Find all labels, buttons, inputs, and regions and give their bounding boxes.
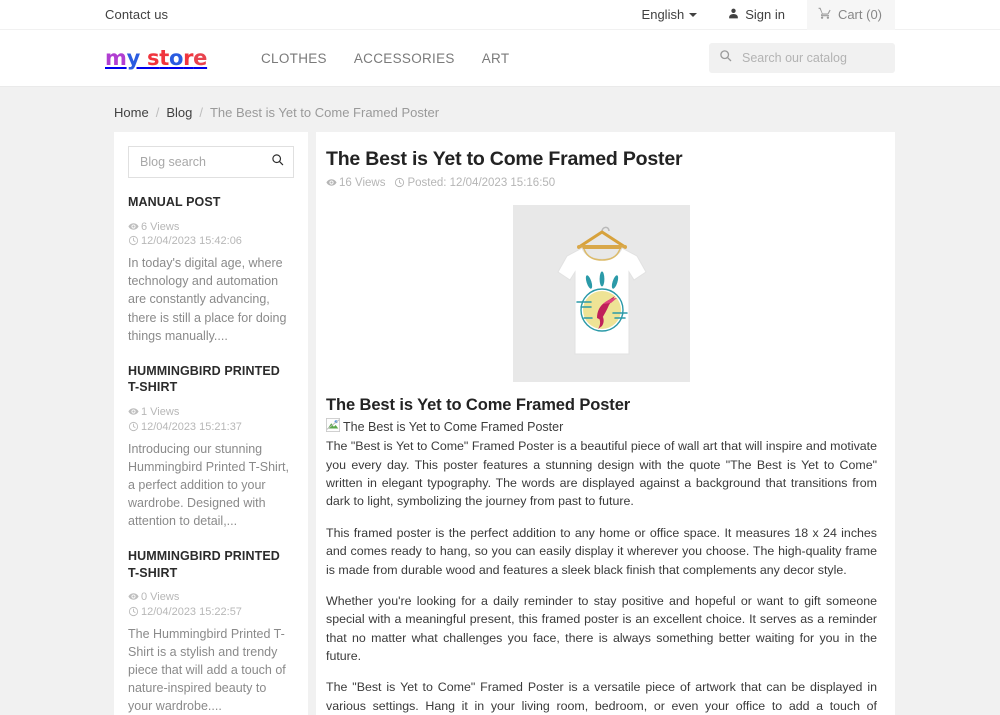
blog-sidebar: MANUAL POST 6 Views 12/04/2023 15:42:06 I… [114,132,308,715]
date-meta: 12/04/2023 15:42:06 [128,235,242,247]
article-paragraph: This framed poster is the perfect additi… [326,525,877,577]
sign-in-label: Sign in [745,7,785,22]
article-paragraph: Whether you're looking for a daily remin… [326,593,877,663]
views-meta: 6 Views [128,221,179,233]
date-meta: 12/04/2023 15:22:57 [128,606,242,618]
clock-icon [128,606,141,618]
chevron-down-icon [689,12,698,17]
contact-us-link[interactable]: Contact us [105,7,168,22]
breadcrumb-item-home[interactable]: Home [114,105,149,120]
clock-icon [394,177,407,189]
views-count: 0 Views [141,591,180,604]
breadcrumb: Home / Blog / The Best is Yet to Come Fr… [105,87,895,132]
article-paragraph: The "Best is Yet to Come" Framed Poster … [326,680,877,713]
list-item[interactable]: HUMMINGBIRD PRINTED T-SHIRT 0 Views12/04… [128,548,294,715]
article-content: The Best is Yet to Come Framed Poster 16… [316,132,895,715]
date-meta: 12/04/2023 15:21:37 [128,421,242,433]
article-meta: 16 Views Posted: 12/04/2023 15:16:50 [326,177,877,189]
search-icon [719,49,740,67]
nav-item-accessories[interactable]: ACCESSORIES [354,51,455,66]
eye-icon [128,406,141,418]
sidebar-post-meta: 0 Views12/04/2023 15:22:57 [128,590,294,620]
blog-search-input[interactable] [138,154,271,170]
clock-icon [128,235,141,247]
user-icon [727,7,745,23]
list-item[interactable]: MANUAL POST 6 Views 12/04/2023 15:42:06 I… [128,194,294,345]
article-section-title: The Best is Yet to Come Framed Poster [326,396,631,415]
sidebar-post-meta: 1 Views 12/04/2023 15:21:37 [128,405,294,435]
posted-date: Posted: 12/04/2023 15:16:50 [407,177,556,190]
breadcrumb-separator: / [155,105,160,120]
sidebar-post-excerpt: Introducing our stunning Hummingbird Pri… [128,441,289,529]
site-header: my store CLOTHES ACCESSORIES ART [0,30,1000,87]
sidebar-post-title[interactable]: HUMMINGBIRD PRINTED T-SHIRT [128,363,294,396]
list-item[interactable]: HUMMINGBIRD PRINTED T-SHIRT 1 Views 12/04… [128,363,294,530]
broken-image-alt-text: The Best is Yet to Come Framed Poster [343,419,564,434]
catalog-search-input[interactable] [740,50,885,66]
article-paragraph: The "Best is Yet to Come" Framed Poster … [326,439,877,509]
cart-button[interactable]: Cart (0) [806,0,895,30]
article-hero-image [513,205,690,383]
sidebar-post-excerpt: In today's digital age, where technology… [128,256,287,343]
main-navigation: CLOTHES ACCESSORIES ART [261,51,509,66]
breadcrumb-item-blog[interactable]: Blog [166,105,192,120]
language-selector[interactable]: English [642,7,698,22]
views-count: 6 Views [141,220,180,233]
tshirt-illustration [556,226,647,355]
sign-in-link[interactable]: Sign in [727,7,785,23]
breadcrumb-separator: / [199,105,203,120]
post-date: 12/04/2023 15:22:57 [141,605,242,618]
eye-icon [128,221,141,233]
breadcrumb-item-current: The Best is Yet to Come Framed Poster [209,105,440,120]
nav-item-art[interactable]: ART [482,51,510,66]
language-label: English [641,7,685,22]
views-meta: 1 Views [128,406,179,418]
search-icon[interactable] [271,153,284,171]
posted-meta: Posted: 12/04/2023 15:16:50 [394,177,555,189]
catalog-search[interactable] [709,43,895,73]
views-count: 16 Views [339,177,386,190]
sidebar-post-excerpt: The Hummingbird Printed T-Shirt is a sty… [128,626,286,714]
post-date: 12/04/2023 15:21:37 [141,420,242,433]
eye-icon [128,591,141,603]
views-meta: 16 Views [326,177,385,189]
top-bar: Contact us English Sign in Cart (0) [0,0,1000,30]
broken-image-placeholder: The Best is Yet to Come Framed Poster [326,418,877,435]
site-logo[interactable]: my store [105,46,255,70]
cart-icon [818,6,838,23]
blog-search[interactable] [128,146,294,178]
broken-image-icon [326,418,340,435]
views-count: 1 Views [141,405,180,418]
views-meta: 0 Views [128,591,179,603]
post-date: 12/04/2023 15:42:06 [141,235,242,248]
sidebar-post-title[interactable]: HUMMINGBIRD PRINTED T-SHIRT [128,548,294,581]
cart-label: Cart (0) [837,7,882,22]
sidebar-post-title[interactable]: MANUAL POST [128,194,294,211]
sidebar-post-meta: 6 Views 12/04/2023 15:42:06 [128,220,294,250]
page-title: The Best is Yet to Come Framed Poster [326,148,683,170]
nav-item-clothes[interactable]: CLOTHES [261,51,327,66]
clock-icon [128,421,141,433]
eye-icon [326,177,339,189]
